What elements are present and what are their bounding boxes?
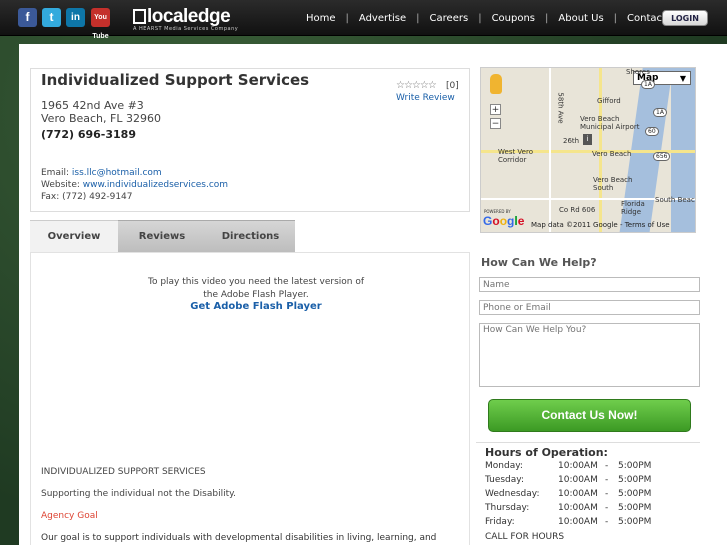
map-label: Shores <box>626 68 650 76</box>
map-label: Vero Beach <box>592 150 632 158</box>
nav-home[interactable]: Home <box>306 13 336 24</box>
street-view-pegman-icon[interactable] <box>490 74 502 94</box>
main-nav: Home | Advertise | Careers | Coupons | About… <box>306 13 666 24</box>
map-road <box>549 68 551 232</box>
nav-contact[interactable]: Contact <box>627 13 666 24</box>
twitter-icon[interactable]: t <box>42 8 61 27</box>
zoom-in-button[interactable]: + <box>490 104 501 115</box>
map-label: Co Rd 606 <box>559 206 596 214</box>
zoom-out-button[interactable]: − <box>490 118 501 129</box>
description-title: INDIVIDUALIZED SUPPORT SERVICES <box>41 467 206 477</box>
map-route-shield: 656 <box>653 152 671 161</box>
map-attribution[interactable]: Map data ©2011 Google - Terms of Use <box>531 221 670 229</box>
contact-us-button[interactable]: Contact Us Now! <box>488 399 691 432</box>
business-name: Individualized Support Services <box>41 71 310 89</box>
business-phone: (772) 696-3189 <box>41 128 136 141</box>
write-review-link[interactable]: Write Review <box>396 93 455 103</box>
get-flash-link[interactable]: Get Adobe Flash Player <box>31 301 481 312</box>
website-link[interactable]: www.individualizedservices.com <box>83 180 228 190</box>
nav-about-us[interactable]: About Us <box>558 13 603 24</box>
tab-bar: Overview Reviews Directions <box>30 220 295 252</box>
email-row: Email: iss.llc@hotmail.com <box>41 168 162 178</box>
help-form-title: How Can We Help? <box>481 256 597 269</box>
top-bar: f t in You Tube localedge A HEARST Media… <box>0 0 727 40</box>
tab-reviews[interactable]: Reviews <box>118 220 206 252</box>
logo-name: localedge <box>147 6 231 27</box>
nav-advertise[interactable]: Advertise <box>359 13 406 24</box>
map-label: Vero Beach Municipal Airport <box>580 115 640 131</box>
description-tagline: Supporting the individual not the Disabi… <box>41 489 237 499</box>
tab-directions[interactable]: Directions <box>206 220 295 252</box>
fax-row: Fax: (772) 492-9147 <box>41 192 133 202</box>
map-route-shield: 60 <box>645 127 659 136</box>
address-line-1: 1965 42nd Ave #3 <box>41 99 144 112</box>
email-link[interactable]: iss.llc@hotmail.com <box>72 168 162 178</box>
map-label: West Vero Corridor <box>498 148 533 164</box>
logo-mark-icon <box>133 9 146 24</box>
agency-goal-text: Our goal is to support individuals with … <box>41 533 437 543</box>
business-card: Individualized Support Services ☆☆☆☆☆ [0… <box>30 68 470 212</box>
hours-title: Hours of Operation: <box>485 446 608 459</box>
site-logo[interactable]: localedge A HEARST Media Services Compan… <box>133 6 238 32</box>
hours-panel: Hours of Operation: Monday: 10:00AM - 5:… <box>476 442 700 545</box>
youtube-icon[interactable]: You Tube <box>91 8 110 40</box>
linkedin-icon[interactable]: in <box>66 8 85 27</box>
chevron-down-icon: ▼ <box>679 74 686 83</box>
name-input[interactable] <box>479 277 700 292</box>
location-marker-icon[interactable]: i <box>583 134 592 145</box>
map-route-shield: 1A <box>641 80 655 89</box>
nav-careers[interactable]: Careers <box>430 13 469 24</box>
map-label: Gifford <box>597 97 621 105</box>
map-label: 58th Ave <box>556 92 565 124</box>
agency-goal-heading: Agency Goal <box>41 511 98 521</box>
map-label: 26th <box>563 137 580 145</box>
message-textarea[interactable] <box>479 323 700 387</box>
address-line-2: Vero Beach, FL 32960 <box>41 112 161 125</box>
call-for-hours: CALL FOR HOURS <box>485 532 565 542</box>
map-label: Florida Ridge <box>621 200 645 216</box>
rating-stars[interactable]: ☆☆☆☆☆ <box>396 80 437 91</box>
website-row: Website: www.individualizedservices.com <box>41 180 229 190</box>
location-map[interactable]: + − Map ▼ Shores Gifford Vero Beach Munic… <box>480 67 696 233</box>
map-route-shield: 1A <box>653 108 667 117</box>
phone-or-email-input[interactable] <box>479 300 700 315</box>
facebook-icon[interactable]: f <box>18 8 37 27</box>
tab-overview[interactable]: Overview <box>30 220 118 252</box>
logo-subtitle: A HEARST Media Services Company <box>133 26 239 32</box>
review-count: [0] <box>446 81 459 91</box>
flash-message: To play this video you need the latest v… <box>147 277 365 300</box>
login-button[interactable]: LOGIN <box>662 10 708 26</box>
fax-number: (772) 492-9147 <box>62 192 133 202</box>
map-label: Vero Beach South <box>593 176 633 192</box>
overview-panel: To play this video you need the latest v… <box>30 252 470 545</box>
google-logo: Google <box>483 214 525 228</box>
map-label: South Beac <box>655 196 695 204</box>
nav-coupons[interactable]: Coupons <box>492 13 535 24</box>
